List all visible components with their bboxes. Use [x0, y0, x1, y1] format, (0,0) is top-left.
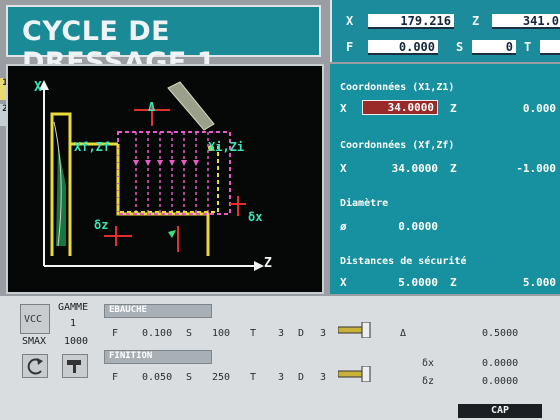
finition-dx-label: δx — [422, 358, 435, 369]
machining-parameters: VCC GAMME 1 SMAX 1000 EBAUCHE F 0.100 S … — [0, 296, 560, 420]
tool-shank — [167, 81, 215, 131]
final-z-value[interactable]: -1.000 — [498, 162, 556, 175]
ebauche-s-value[interactable]: 100 — [212, 328, 230, 339]
finition-f-label: F — [112, 372, 119, 383]
pos-s-value: 0 — [472, 40, 516, 55]
spindle-rotation-icon[interactable] — [22, 354, 48, 378]
final-coords-heading: Coordonnées (Xf,Zf) — [340, 140, 455, 151]
smax-value[interactable]: 1000 — [64, 336, 88, 347]
coolant-icon[interactable] — [62, 354, 88, 378]
position-readout: X 179.216 Z 341.0 F 0.000 S 0 T — [330, 0, 560, 62]
final-x-value[interactable]: 34.0000 — [362, 162, 438, 175]
graphic-dx-label: δx — [248, 210, 263, 224]
pos-t-value — [540, 40, 560, 55]
softkey-cap[interactable]: CAP — [458, 404, 542, 418]
safety-x-value[interactable]: 5.0000 — [362, 276, 438, 289]
graphic-delta-label: Δ — [148, 100, 156, 114]
final-x-label: X — [340, 162, 347, 175]
ebauche-delta-value[interactable]: 0.5000 — [482, 328, 518, 339]
approach-arrow — [168, 230, 176, 238]
graphic-axis-x-label: X — [34, 80, 42, 95]
finish-path — [117, 144, 219, 213]
smax-label: SMAX — [22, 336, 47, 347]
ebauche-f-value[interactable]: 0.100 — [142, 328, 172, 339]
safety-distance-heading: Distances de sécurité — [340, 256, 467, 267]
finition-dx-value[interactable]: 0.0000 — [482, 358, 518, 369]
z-axis-arrow — [254, 261, 264, 271]
graphic-xf-zf-label: Xf,Zf — [74, 140, 111, 154]
diameter-heading: Diamètre — [340, 198, 389, 209]
graphic-dz-label: δz — [94, 218, 109, 232]
finition-dz-value[interactable]: 0.0000 — [482, 376, 518, 387]
cycle-title-bar: CYCLE DE DRESSAGE 1 — [6, 5, 321, 78]
ebauche-label: EBAUCHE — [109, 305, 147, 315]
ebauche-delta-label: Δ — [400, 328, 407, 339]
ebauche-s-label: S — [186, 328, 193, 339]
safety-z-label: Z — [450, 276, 457, 289]
dimension-markers — [104, 102, 246, 252]
ebauche-t-label: T — [250, 328, 257, 339]
vcc-toggle[interactable]: VCC — [20, 304, 50, 334]
finition-d-value[interactable]: 3 — [320, 372, 326, 383]
ebauche-d-value[interactable]: 3 — [320, 328, 326, 339]
finition-s-label: S — [186, 372, 193, 383]
safety-z-value[interactable]: 5.000 — [498, 276, 556, 289]
pos-s-label: S — [456, 40, 464, 54]
pos-x-value: 179.216 — [368, 14, 454, 29]
finition-t-value[interactable]: 3 — [278, 372, 284, 383]
safety-x-label: X — [340, 276, 347, 289]
parameters-panel: Coordonnées (X1,Z1) X 34.0000 Z 0.000 Co… — [330, 64, 560, 294]
finition-dz-label: δz — [422, 376, 435, 387]
cycle-graphic: X Z Δ Xf,Zf Xi,Zi δz δx — [6, 64, 324, 294]
initial-x-label: X — [340, 102, 347, 115]
graphic-xi-zi-label: Xi,Zi — [208, 140, 245, 154]
facing-cycle-diagram — [39, 80, 264, 271]
pos-f-label: F — [346, 40, 354, 54]
ebauche-header: EBAUCHE — [104, 304, 212, 318]
vcc-label: VCC — [24, 314, 43, 325]
final-z-label: Z — [450, 162, 457, 175]
pos-f-value: 0.000 — [368, 40, 438, 55]
pass-arrows — [133, 160, 199, 166]
softkey-cap-label: CAP — [490, 405, 510, 416]
gamme-value[interactable]: 1 — [70, 318, 76, 329]
pos-t-label: T — [524, 40, 532, 54]
finition-label: FINITION — [109, 351, 153, 361]
initial-z-label: Z — [450, 102, 457, 115]
finition-d-label: D — [298, 372, 305, 383]
diameter-symbol: ø — [340, 220, 347, 233]
roughing-tool-icon — [337, 321, 378, 339]
gamme-label: GAMME — [58, 302, 89, 313]
pass-lines — [135, 132, 209, 214]
ebauche-t-value[interactable]: 3 — [278, 328, 284, 339]
finition-s-value[interactable]: 250 — [212, 372, 230, 383]
finition-header: FINITION — [104, 350, 212, 364]
ebauche-d-label: D — [298, 328, 305, 339]
initial-z-value[interactable]: 0.000 — [498, 102, 556, 115]
graphic-axis-z-label: Z — [264, 256, 272, 271]
pos-z-value: 341.0 — [492, 14, 560, 29]
finishing-tool-icon — [337, 365, 378, 383]
pos-x-label: X — [346, 14, 354, 28]
ebauche-f-label: F — [112, 328, 119, 339]
finition-t-label: T — [250, 372, 257, 383]
finition-f-value[interactable]: 0.050 — [142, 372, 172, 383]
diameter-value[interactable]: 0.0000 — [362, 220, 438, 233]
initial-x-input[interactable]: 34.0000 — [362, 100, 438, 115]
initial-coords-heading: Coordonnées (X1,Z1) — [340, 82, 455, 93]
pos-z-label: Z — [472, 14, 480, 28]
